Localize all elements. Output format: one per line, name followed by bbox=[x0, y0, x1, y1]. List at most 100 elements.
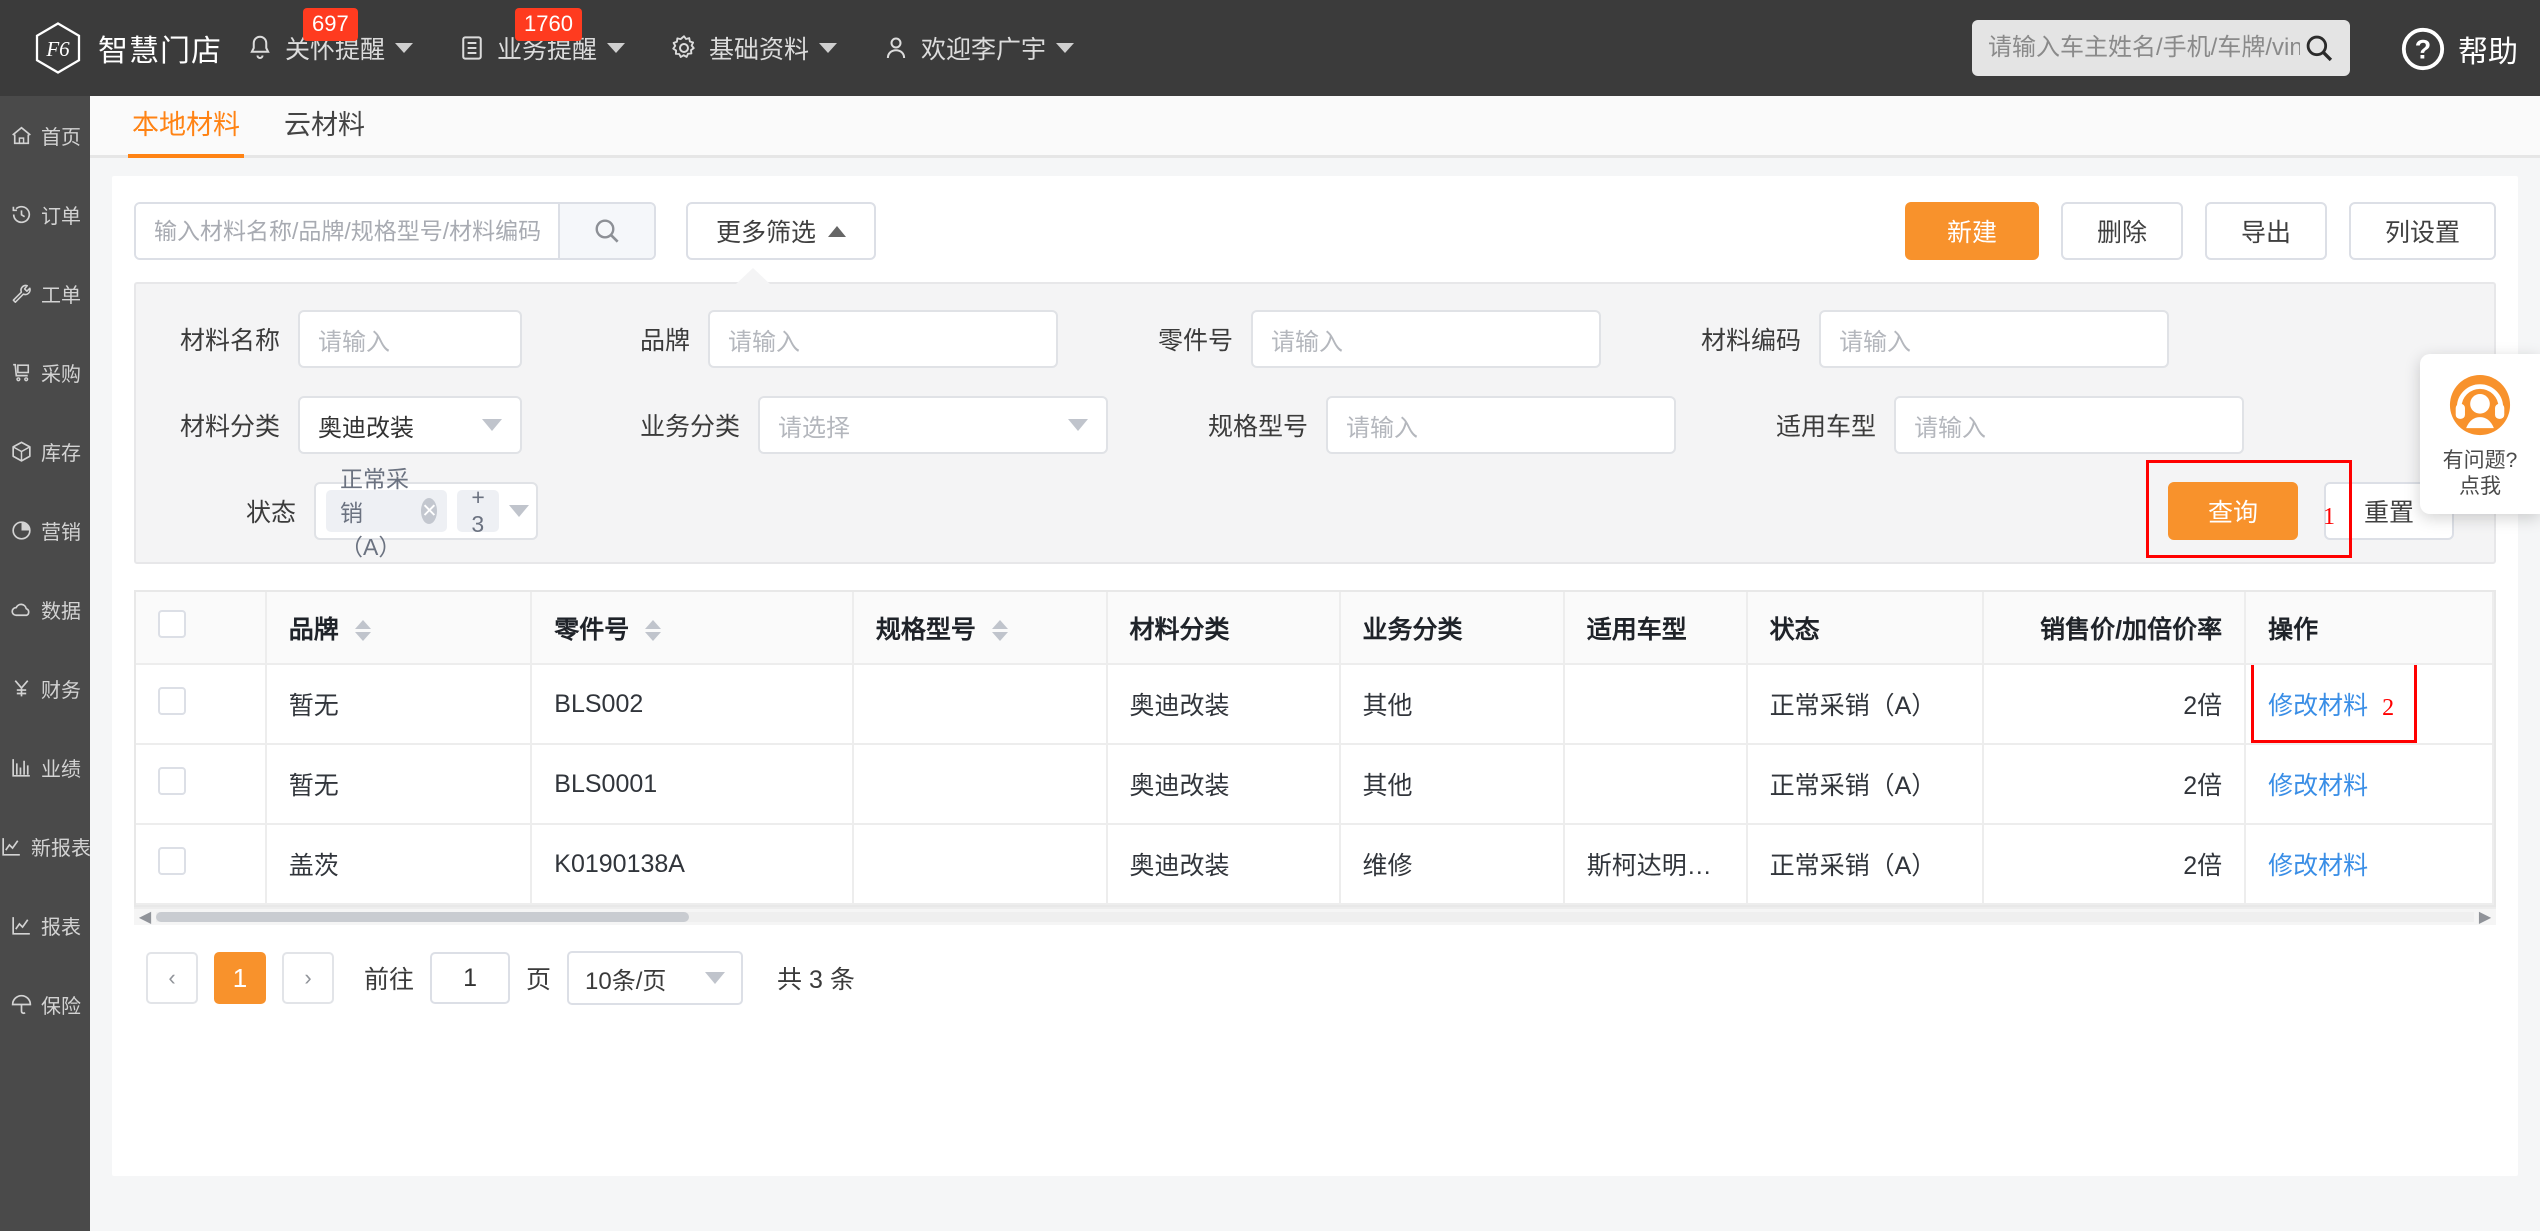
export-button[interactable]: 导出 bbox=[2204, 202, 2327, 260]
nav-item-care-reminder[interactable]: 关怀提醒 697 bbox=[245, 0, 414, 96]
status-tag-more: + 3 bbox=[457, 484, 499, 537]
table-header-action: 操作 bbox=[2245, 592, 2494, 665]
column-setting-button[interactable]: 列设置 bbox=[2348, 202, 2496, 260]
table-horizontal-scrollbar[interactable]: ◀ ▶ bbox=[134, 907, 2496, 927]
sidebar-item-label: 库存 bbox=[41, 443, 81, 465]
box-icon bbox=[12, 441, 31, 462]
sidebar-item-purchase[interactable]: 采购 bbox=[0, 333, 90, 412]
table-header-label: 状态 bbox=[1769, 615, 1820, 644]
sidebar-item-label: 订单 bbox=[41, 206, 81, 228]
cell-vehicle bbox=[1563, 744, 1748, 825]
select-all-checkbox[interactable] bbox=[158, 610, 186, 638]
material-search[interactable] bbox=[134, 202, 656, 260]
cell-vehicle: 斯柯达明… bbox=[1563, 824, 1748, 905]
filter-input[interactable]: 请输入 bbox=[1819, 310, 2170, 368]
svg-text:?: ? bbox=[2415, 35, 2431, 65]
table-row: 盖茨 K0190138A 奥迪改装 维修 斯柯达明… 正常采销（A） 2倍 修改… bbox=[136, 824, 2494, 905]
filter-placeholder: 请输入 bbox=[1914, 414, 1987, 442]
sort-icon[interactable] bbox=[645, 620, 662, 642]
table-header-label: 业务分类 bbox=[1362, 615, 1463, 644]
page-content: 本地材料 云材料 更多筛选 新建 删 bbox=[90, 96, 2540, 1231]
edit-material-link[interactable]: 修改材料 bbox=[2268, 852, 2368, 880]
row-checkbox[interactable] bbox=[158, 766, 186, 795]
sidebar-item-home[interactable]: 首页 bbox=[0, 96, 90, 175]
more-filter-button[interactable]: 更多筛选 bbox=[686, 202, 876, 260]
sidebar-item-new-report[interactable]: 新报表 bbox=[0, 807, 90, 886]
svg-text:F6: F6 bbox=[45, 37, 70, 61]
page-number-1[interactable]: 1 bbox=[214, 952, 266, 1004]
create-button[interactable]: 新建 bbox=[1904, 202, 2039, 260]
filter-input[interactable]: 请输入 bbox=[298, 310, 523, 368]
filter-status: 状态 正常采销（A） ✕ + 3 bbox=[246, 466, 539, 560]
material-search-input[interactable] bbox=[136, 204, 558, 258]
row-checkbox[interactable] bbox=[158, 846, 186, 875]
table-header-spec[interactable]: 规格型号 bbox=[852, 592, 1108, 665]
global-search-input[interactable] bbox=[1986, 33, 2302, 63]
filter-select[interactable]: 请选择 bbox=[758, 396, 1109, 454]
page-size-label: 10条/页 bbox=[585, 967, 667, 995]
row-checkbox[interactable] bbox=[158, 686, 186, 715]
table-header-price: 销售价/加倍价率 bbox=[1982, 592, 2247, 665]
sidebar-item-order[interactable]: 订单 bbox=[0, 175, 90, 254]
material-search-button[interactable] bbox=[558, 204, 654, 258]
table-header-label: 适用车型 bbox=[1586, 615, 1687, 644]
sidebar-item-workorder[interactable]: 工单 bbox=[0, 254, 90, 333]
brand[interactable]: F6 智慧门店 bbox=[30, 20, 245, 76]
line-chart-icon bbox=[12, 917, 30, 935]
prev-page-button[interactable]: ‹ bbox=[146, 952, 198, 1004]
next-page-button[interactable]: › bbox=[282, 952, 334, 1004]
cell-brand: 暂无 bbox=[265, 744, 533, 825]
filter-select[interactable]: 奥迪改装 bbox=[298, 396, 523, 454]
top-header: F6 智慧门店 关怀提醒 697 业务提醒 1760 基础资料 欢迎李广宇 请输… bbox=[0, 0, 2540, 96]
chevron-down-icon bbox=[705, 972, 726, 984]
material-table-wrapper: 品牌 零件号 规格型号 材料分类 业务分类 适用车型 状态 销售价/加倍价率 操… bbox=[134, 590, 2496, 907]
scrollbar-thumb[interactable] bbox=[156, 912, 690, 922]
sidebar-item-marketing[interactable]: 营销 bbox=[0, 491, 90, 570]
sort-icon[interactable] bbox=[354, 620, 371, 642]
nav-item-basic-data[interactable]: 基础资料 bbox=[669, 0, 838, 96]
table-header-label: 规格型号 bbox=[875, 615, 976, 644]
sidebar-item-report[interactable]: 报表 bbox=[0, 886, 90, 965]
filter-input[interactable]: 请输入 bbox=[1326, 396, 1677, 454]
cell-brand: 盖茨 bbox=[265, 824, 533, 905]
cell-brand: 暂无 bbox=[265, 664, 533, 745]
sidebar-item-finance[interactable]: 财务 bbox=[0, 649, 90, 728]
brand-name: 智慧门店 bbox=[98, 35, 222, 68]
tab-cloud-material[interactable]: 云材料 bbox=[262, 103, 387, 155]
scroll-right-icon[interactable]: ▶ bbox=[2474, 907, 2496, 927]
cell-action: 修改材料 2 bbox=[2245, 664, 2494, 745]
material-table: 品牌 零件号 规格型号 材料分类 业务分类 适用车型 状态 销售价/加倍价率 操… bbox=[136, 592, 2494, 905]
sidebar-item-data[interactable]: 数据 bbox=[0, 570, 90, 649]
nav-item-user[interactable]: 欢迎李广宇 bbox=[881, 0, 1075, 96]
filter-input[interactable]: 请输入 bbox=[1894, 396, 2245, 454]
search-icon[interactable] bbox=[2302, 31, 2336, 65]
goto-page-input[interactable] bbox=[430, 952, 511, 1004]
filter-input[interactable]: 请输入 bbox=[1251, 310, 1602, 368]
filter-vehicle-model: 适用车型 请输入 bbox=[1776, 396, 2245, 454]
sidebar-item-insurance[interactable]: 保险 bbox=[0, 965, 90, 1044]
filter-placeholder: 请输入 bbox=[318, 328, 391, 356]
edit-material-link[interactable]: 修改材料 bbox=[2268, 772, 2368, 800]
help-button[interactable]: ? 帮助 bbox=[2400, 26, 2518, 72]
global-search[interactable] bbox=[1972, 20, 2350, 76]
sidebar-item-inventory[interactable]: 库存 bbox=[0, 412, 90, 491]
table-header-part-no[interactable]: 零件号 bbox=[531, 592, 854, 665]
scrollbar-track[interactable] bbox=[156, 912, 2474, 922]
page-size-select[interactable]: 10条/页 bbox=[567, 951, 744, 1005]
delete-button[interactable]: 删除 bbox=[2060, 202, 2183, 260]
filter-input[interactable]: 请输入 bbox=[708, 310, 1059, 368]
annotation-box-1 bbox=[2145, 460, 2352, 558]
floating-help-widget[interactable]: 有问题? 点我 bbox=[2420, 354, 2540, 514]
scroll-left-icon[interactable]: ◀ bbox=[134, 907, 156, 927]
nav-item-business-reminder[interactable]: 业务提醒 1760 bbox=[457, 0, 626, 96]
filter-status-select[interactable]: 正常采销（A） ✕ + 3 bbox=[314, 466, 539, 560]
sidebar-item-label: 营销 bbox=[41, 522, 81, 544]
sidebar-item-performance[interactable]: 业绩 bbox=[0, 728, 90, 807]
table-header-brand[interactable]: 品牌 bbox=[265, 592, 533, 665]
sort-icon[interactable] bbox=[991, 620, 1008, 642]
cell-vehicle bbox=[1563, 664, 1748, 745]
tab-local-material[interactable]: 本地材料 bbox=[110, 103, 262, 158]
cell-status: 正常采销（A） bbox=[1746, 824, 1984, 905]
bar-chart-icon bbox=[12, 759, 30, 777]
close-icon[interactable]: ✕ bbox=[421, 498, 438, 524]
